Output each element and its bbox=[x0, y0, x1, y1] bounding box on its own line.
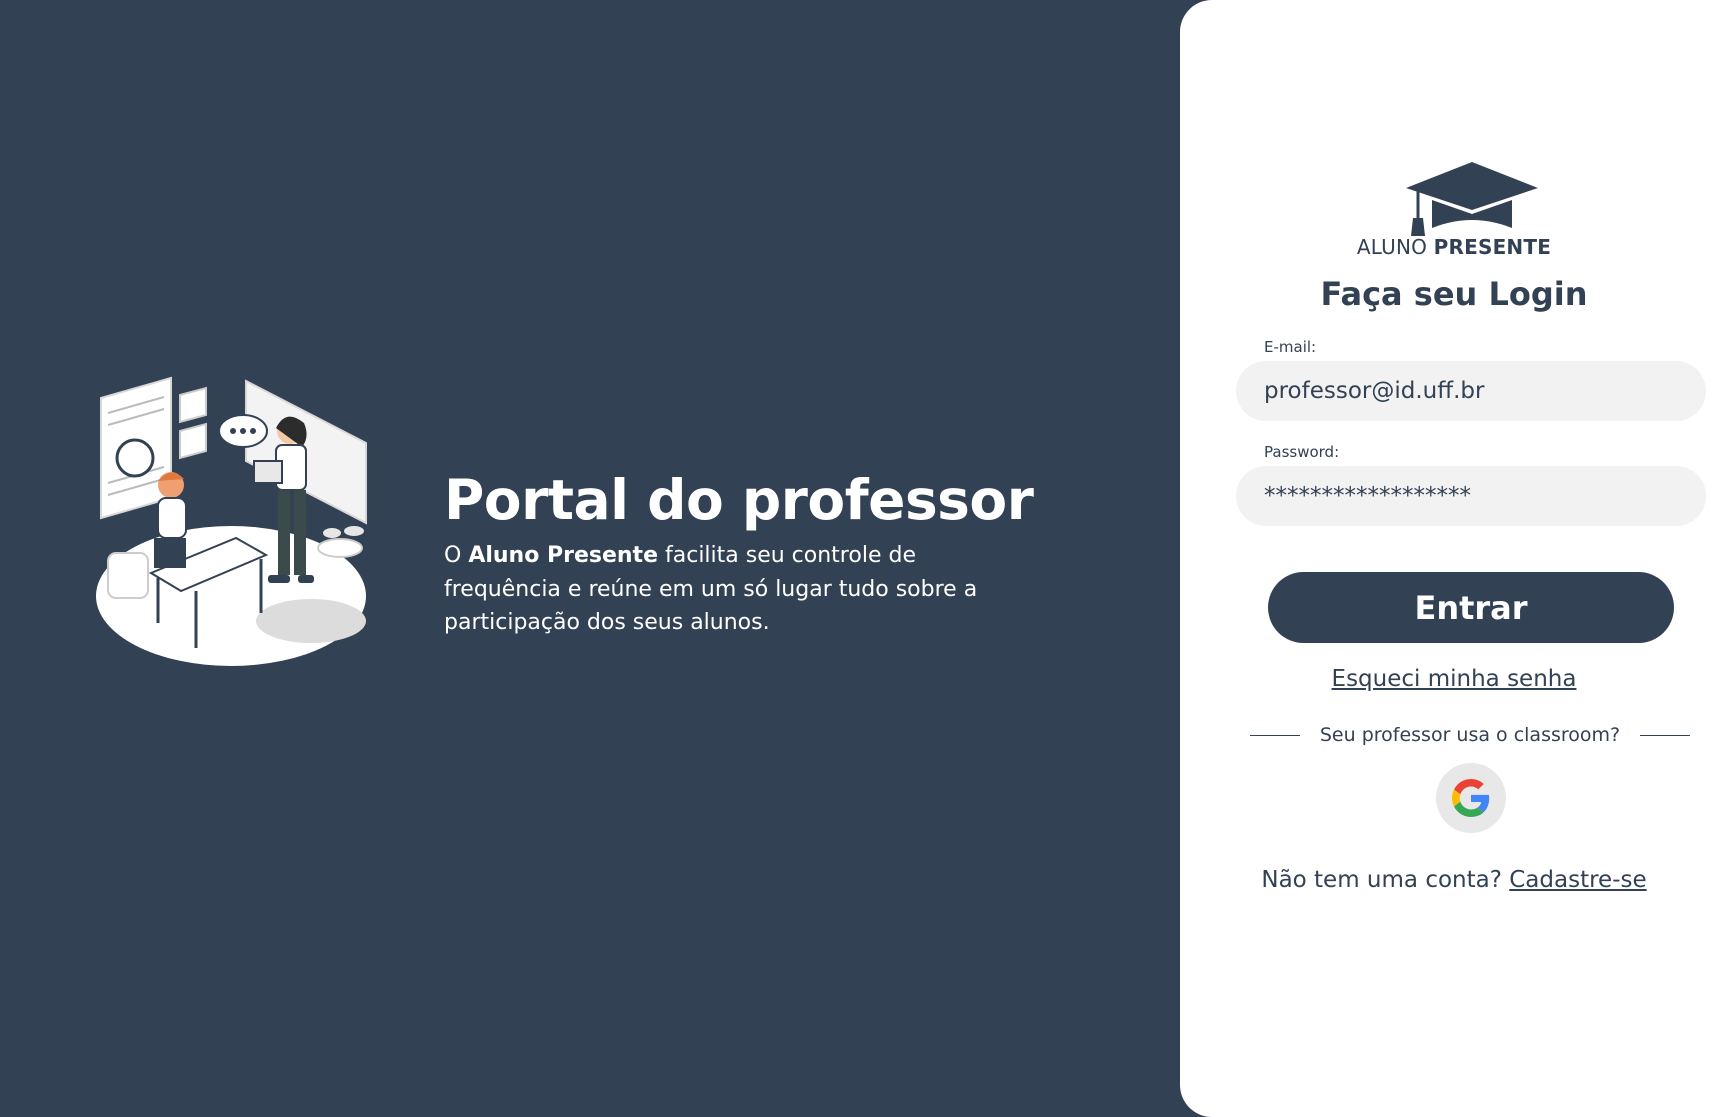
signup-row: Não tem uma conta? Cadastre-se bbox=[1180, 867, 1728, 893]
logo-text: ALUNO PRESENTE bbox=[1180, 235, 1728, 259]
classroom-divider: Seu professor usa o classroom? bbox=[1250, 722, 1690, 748]
logo-text-bold: PRESENTE bbox=[1433, 235, 1552, 259]
hero-brand-name: Aluno Presente bbox=[468, 543, 658, 568]
hero-description-prefix: O bbox=[444, 543, 469, 568]
divider-line-left bbox=[1250, 734, 1300, 736]
hero-section: Portal do professor O Aluno Presente fac… bbox=[0, 0, 1180, 1117]
login-title: Faça seu Login bbox=[1320, 275, 1588, 313]
login-panel: ALUNO PRESENTE Faça seu Login E-mail: Pa… bbox=[1180, 0, 1728, 1117]
graduation-cap-icon bbox=[1406, 162, 1538, 236]
signup-link[interactable]: Cadastre-se bbox=[1509, 867, 1646, 893]
logo-text-light: ALUNO bbox=[1356, 235, 1434, 259]
google-login-button[interactable] bbox=[1436, 763, 1506, 833]
classroom-prompt: Seu professor usa o classroom? bbox=[1319, 724, 1621, 746]
password-label: Password: bbox=[1264, 443, 1340, 461]
google-icon bbox=[1452, 779, 1490, 817]
submit-button[interactable]: Entrar bbox=[1268, 572, 1674, 643]
teacher-student-illustration bbox=[96, 376, 367, 666]
forgot-password-link[interactable]: Esqueci minha senha bbox=[1180, 666, 1728, 692]
signup-prompt: Não tem uma conta? bbox=[1261, 867, 1510, 893]
email-field[interactable] bbox=[1236, 361, 1706, 421]
hero-description: O Aluno Presente facilita seu controle d… bbox=[444, 539, 989, 640]
hero-title: Portal do professor bbox=[444, 468, 1034, 532]
divider-line-right bbox=[1639, 734, 1690, 736]
email-label: E-mail: bbox=[1264, 338, 1317, 356]
password-field[interactable] bbox=[1236, 466, 1706, 526]
